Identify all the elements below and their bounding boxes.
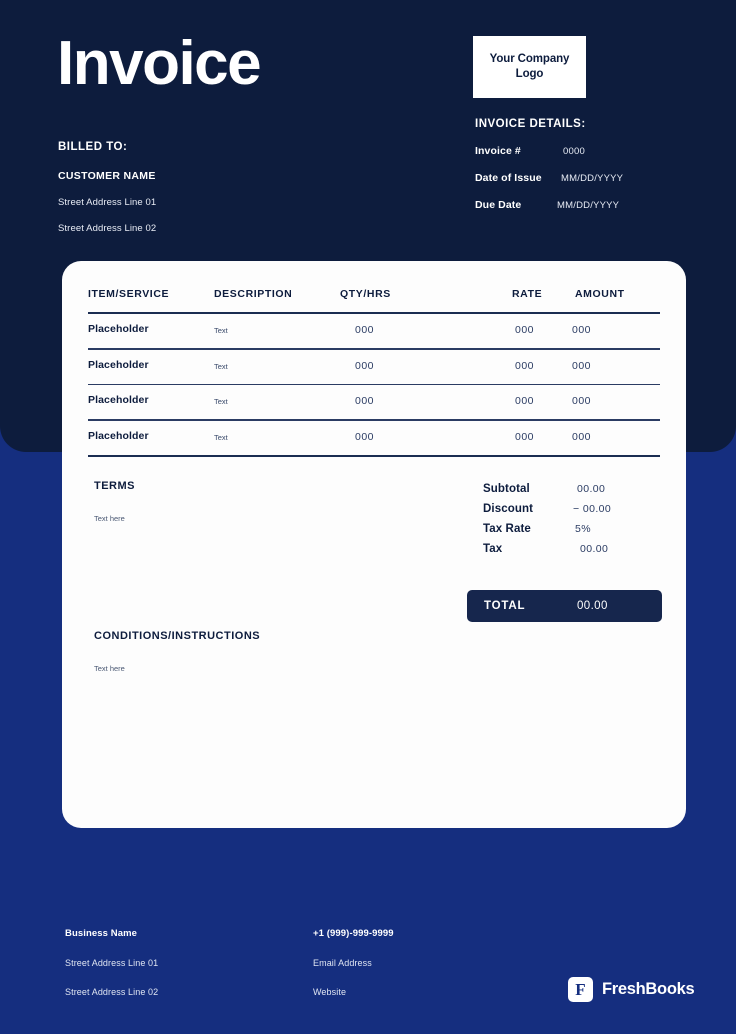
- tax-label: Tax: [483, 543, 503, 555]
- invoice-details-heading: INVOICE DETAILS:: [475, 118, 586, 130]
- company-logo-line-2: Logo: [515, 68, 544, 80]
- row-rate: 000: [515, 430, 535, 443]
- row-description: Text: [214, 397, 228, 406]
- column-header-rate: RATE: [512, 288, 543, 300]
- freshbooks-mark-letter: F: [575, 980, 586, 999]
- row-rate: 000: [515, 359, 535, 372]
- customer-name: CUSTOMER NAME: [58, 170, 156, 182]
- footer-email[interactable]: Email Address: [313, 958, 394, 968]
- row-qty-hrs: 000: [355, 430, 375, 443]
- table-row[interactable]: Placeholder Text 000 000 000: [88, 314, 660, 348]
- table-footer-rule: [88, 454, 660, 457]
- row-qty-hrs: 000: [355, 359, 375, 372]
- total-bar: TOTAL 00.00: [467, 590, 662, 622]
- footer-address-line-1: Street Address Line 01: [65, 958, 159, 968]
- conditions-heading: CONDITIONS/INSTRUCTIONS: [94, 630, 261, 642]
- footer-business-column: Business Name Street Address Line 01 Str…: [65, 928, 158, 997]
- terms-body[interactable]: Text here: [94, 514, 394, 523]
- footer-phone: +1 (999)-999-9999: [313, 928, 394, 939]
- row-amount: 000: [572, 324, 592, 336]
- row-rate: 000: [515, 324, 535, 336]
- row-item-service: Placeholder: [88, 358, 149, 371]
- terms-section: TERMS Text here: [94, 480, 394, 523]
- subtotal-value: 00.00: [577, 483, 606, 495]
- invoice-details-section: INVOICE DETAILS: Invoice # 0000 Date of …: [475, 118, 705, 211]
- tax-rate-label: Tax Rate: [483, 523, 531, 535]
- totals-section: Subtotal 00.00 Discount − 00.00 Tax Rate…: [483, 483, 663, 563]
- row-amount: 000: [572, 395, 592, 407]
- company-logo-label: Your Company Logo: [490, 52, 570, 82]
- row-qty-hrs: 000: [355, 324, 375, 336]
- discount-label: Discount: [483, 503, 533, 515]
- company-logo-line-1: Your Company: [489, 53, 570, 65]
- invoice-number-row: Invoice # 0000: [475, 145, 705, 157]
- due-date-value: MM/DD/YYYY: [557, 200, 620, 211]
- date-of-issue-label: Date of Issue: [475, 172, 542, 184]
- row-rate: 000: [515, 395, 535, 407]
- freshbooks-wordmark: FreshBooks: [602, 980, 695, 998]
- terms-heading: TERMS: [94, 480, 135, 492]
- row-amount: 000: [572, 430, 592, 443]
- conditions-body[interactable]: Text here: [94, 664, 444, 673]
- line-items-table: ITEM/SERVICE DESCRIPTION QTY/HRS RATE AM…: [88, 288, 660, 457]
- date-of-issue-row: Date of Issue MM/DD/YYYY: [475, 172, 705, 184]
- tax-value: 00.00: [580, 543, 609, 555]
- row-qty-hrs: 000: [355, 395, 375, 407]
- footer-contact-column: +1 (999)-999-9999 Email Address Website: [313, 928, 394, 997]
- conditions-section: CONDITIONS/INSTRUCTIONS Text here: [94, 630, 444, 673]
- tax-row: Tax 00.00: [483, 543, 663, 555]
- column-header-description: DESCRIPTION: [214, 288, 293, 300]
- table-row[interactable]: Placeholder Text 000 000 000: [88, 350, 660, 384]
- discount-row: Discount − 00.00: [483, 503, 663, 515]
- table-header-row: ITEM/SERVICE DESCRIPTION QTY/HRS RATE AM…: [88, 288, 660, 312]
- row-item-service: Placeholder: [88, 429, 149, 442]
- row-item-service: Placeholder: [88, 394, 149, 406]
- billed-to-section: BILLED TO: CUSTOMER NAME Street Address …: [58, 141, 358, 234]
- invoice-number-value: 0000: [563, 146, 585, 157]
- date-of-issue-value: MM/DD/YYYY: [561, 173, 624, 184]
- tax-rate-row: Tax Rate 5%: [483, 523, 663, 535]
- row-amount: 000: [572, 359, 592, 372]
- subtotal-label: Subtotal: [483, 483, 530, 495]
- row-description: Text: [214, 326, 228, 335]
- customer-address-line-2: Street Address Line 02: [58, 223, 157, 234]
- discount-value: − 00.00: [573, 503, 612, 515]
- table-row[interactable]: Placeholder Text 000 000 000: [88, 385, 660, 419]
- billed-to-heading: BILLED TO:: [58, 141, 128, 153]
- row-description: Text: [214, 361, 228, 371]
- customer-address-line-1: Street Address Line 01: [58, 197, 157, 208]
- total-label: TOTAL: [484, 600, 526, 612]
- row-description: Text: [214, 432, 228, 442]
- row-item-service: Placeholder: [88, 323, 149, 335]
- freshbooks-logo[interactable]: F FreshBooks: [568, 977, 695, 1002]
- subtotal-row: Subtotal 00.00: [483, 483, 663, 495]
- footer-business-name: Business Name: [65, 928, 138, 939]
- column-header-qty-hrs: QTY/HRS: [340, 288, 391, 300]
- due-date-row: Due Date MM/DD/YYYY: [475, 199, 705, 211]
- invoice-content-card: ITEM/SERVICE DESCRIPTION QTY/HRS RATE AM…: [62, 261, 686, 828]
- column-header-item-service: ITEM/SERVICE: [88, 288, 170, 300]
- due-date-label: Due Date: [475, 199, 522, 211]
- column-header-amount: AMOUNT: [575, 288, 625, 300]
- invoice-number-label: Invoice #: [475, 145, 521, 157]
- tax-rate-value: 5%: [575, 523, 591, 535]
- table-row[interactable]: Placeholder Text 000 000 000: [88, 421, 660, 455]
- footer-website[interactable]: Website: [313, 987, 394, 997]
- freshbooks-mark-icon: F: [568, 977, 593, 1002]
- page-title: Invoice: [57, 29, 262, 98]
- total-value: 00.00: [577, 600, 608, 612]
- footer-address-line-2: Street Address Line 02: [65, 987, 159, 997]
- company-logo-placeholder[interactable]: Your Company Logo: [473, 36, 586, 98]
- footer: Business Name Street Address Line 01 Str…: [0, 918, 736, 1034]
